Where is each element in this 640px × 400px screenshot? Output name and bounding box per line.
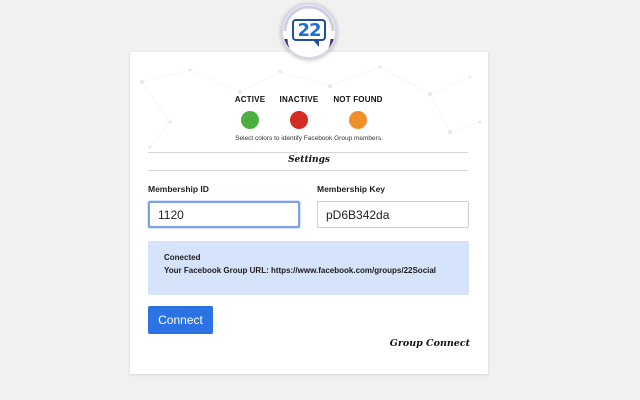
inactive-color-dot[interactable] (290, 111, 308, 129)
not-found-color-dot[interactable] (349, 111, 367, 129)
active-color-dot[interactable] (241, 111, 259, 129)
settings-title: Settings (288, 155, 330, 165)
settings-card: ACTIVE INACTIVE NOT FOUND Select colors … (130, 52, 488, 374)
connection-status-box: Conected Your Facebook Group URL: https:… (148, 241, 469, 295)
legend-not-found-label: NOT FOUND (333, 95, 383, 104)
status-group-url-text: Your Facebook Group URL: https://www.fac… (164, 266, 437, 275)
membership-key-label: Membership Key (317, 184, 386, 194)
connect-button[interactable]: Connect (148, 306, 213, 334)
status-connected-text: Conected (164, 253, 201, 262)
settings-divider-top (148, 152, 468, 153)
app-logo: 22 (281, 3, 337, 59)
membership-id-input[interactable] (148, 201, 300, 228)
logo-text: 22 (297, 20, 321, 41)
legend-not-found[interactable]: NOT FOUND (323, 95, 393, 129)
membership-key-input[interactable] (317, 201, 469, 228)
group-connect-brand: Group Connect (389, 338, 470, 349)
legend-hint: Select colors to identify Facebook Group… (235, 135, 383, 142)
membership-id-label: Membership ID (148, 184, 209, 194)
settings-divider-bottom (148, 170, 468, 171)
